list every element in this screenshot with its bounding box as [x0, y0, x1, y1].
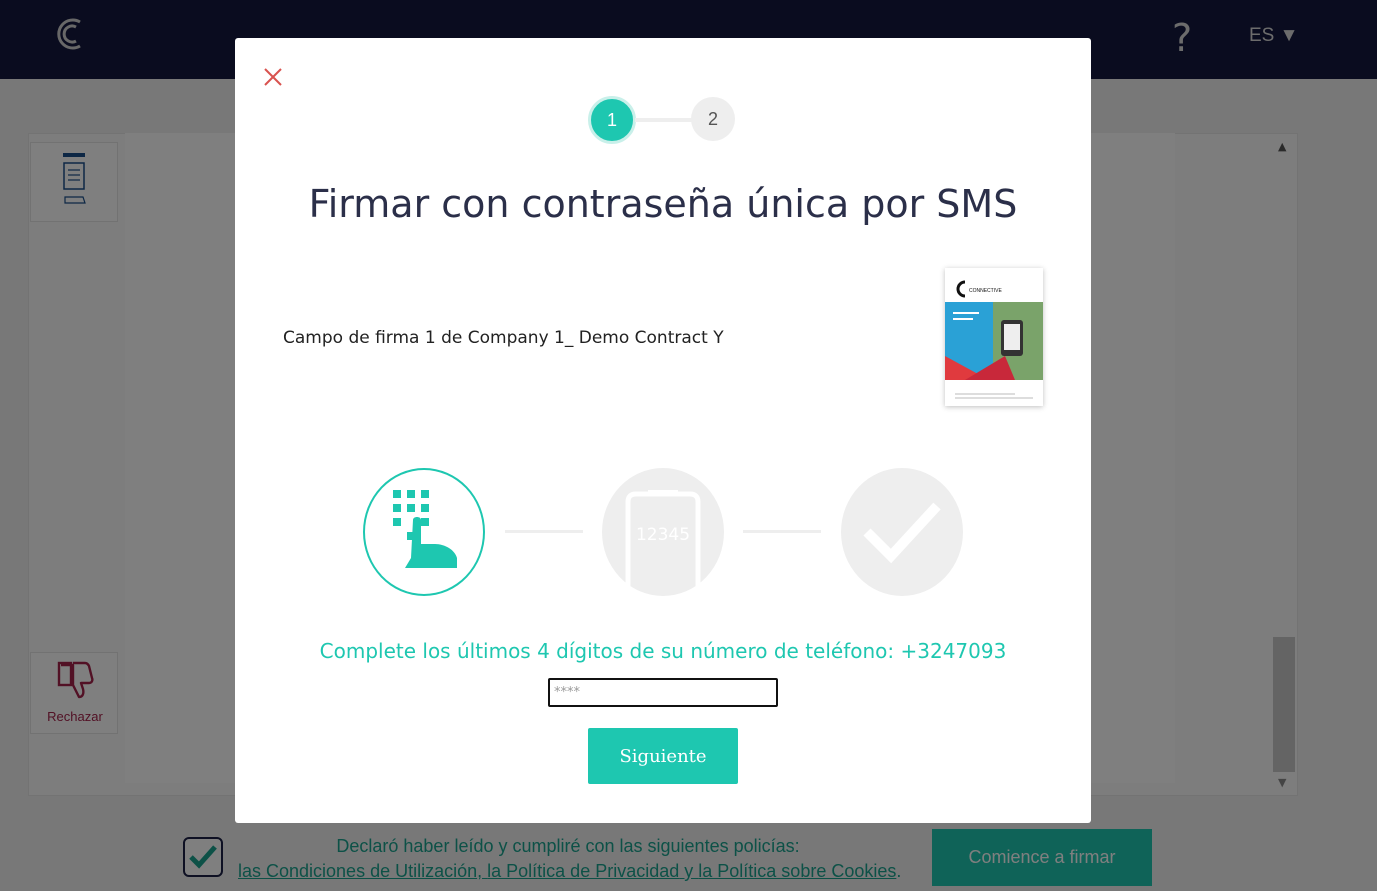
phone-digits-input[interactable]: [548, 678, 778, 707]
next-button[interactable]: Siguiente: [588, 728, 738, 784]
enter-digits-step-icon: [363, 468, 485, 596]
close-icon[interactable]: [262, 66, 284, 88]
complete-step-icon: [841, 468, 963, 596]
sms-sign-modal: 1 2 Firmar con contraseña única por SMS …: [235, 38, 1091, 823]
checkmark-icon: [863, 502, 941, 564]
keypad-hand-icon: [393, 490, 457, 568]
phone-code-icon: 12345: [625, 490, 701, 596]
phone-code-text: 12345: [636, 525, 690, 545]
receive-sms-step-icon: 12345: [602, 468, 724, 596]
step-connector: [635, 118, 693, 122]
progress-connector: [505, 530, 583, 533]
step-2-indicator: 2: [691, 97, 735, 141]
doc-thumb-brand: CONNECTIVE: [969, 288, 1002, 294]
modal-title: Firmar con contraseña única por SMS: [308, 182, 1018, 226]
step-1-indicator: 1: [588, 96, 636, 144]
phone-digits-instruction: Complete los últimos 4 dígitos de su núm…: [319, 639, 1007, 663]
document-preview: CONNECTIVE: [945, 268, 1043, 406]
signature-field-label: Campo de firma 1 de Company 1_ Demo Cont…: [283, 328, 724, 348]
progress-connector: [743, 530, 821, 533]
document-cover-image: CONNECTIVE: [945, 280, 1043, 399]
